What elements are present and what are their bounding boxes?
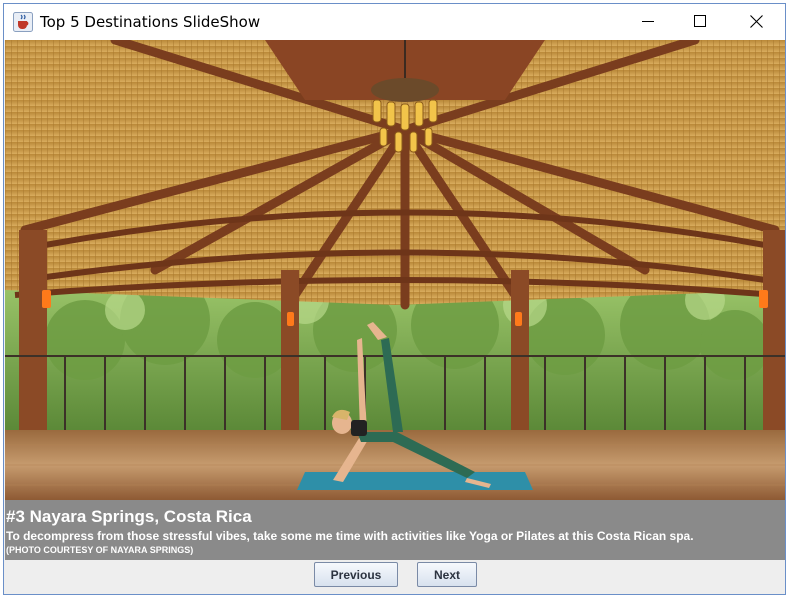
close-icon	[749, 14, 763, 28]
next-button[interactable]: Next	[417, 562, 477, 587]
title-bar[interactable]: Top 5 Destinations SlideShow	[4, 4, 785, 40]
close-button[interactable]	[733, 4, 779, 38]
slideshow-window: Top 5 Destinations SlideShow #3 Nayara S…	[3, 3, 786, 595]
navigation-bar: Previous Next	[4, 560, 785, 594]
slide-image	[5, 40, 785, 500]
caption-title: #3 Nayara Springs, Costa Rica	[6, 507, 252, 526]
minimize-button[interactable]	[625, 4, 671, 38]
java-cup-icon	[13, 12, 33, 32]
maximize-icon	[694, 15, 706, 27]
window-title: Top 5 Destinations SlideShow	[40, 13, 261, 31]
slide-caption: #3 Nayara Springs, Costa Rica To decompr…	[5, 500, 785, 560]
previous-button[interactable]: Previous	[314, 562, 398, 587]
caption-description: To decompress from those stressful vibes…	[6, 529, 694, 543]
minimize-icon	[642, 15, 654, 27]
maximize-button[interactable]	[677, 4, 723, 38]
caption-credit: (PHOTO COURTESY OF NAYARA SPRINGS)	[6, 545, 194, 555]
